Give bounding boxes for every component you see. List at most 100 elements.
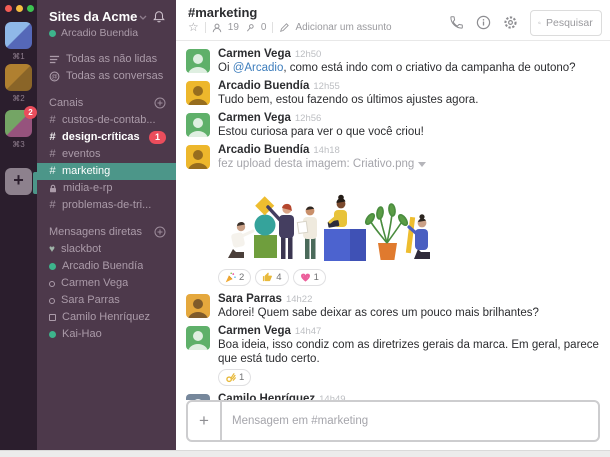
message-author[interactable]: Camilo Henríquez — [218, 393, 315, 400]
uploaded-filename[interactable]: Criativo.png — [353, 158, 414, 170]
sidebar-item-channel-custos[interactable]: #custos-de-contab... — [37, 112, 176, 129]
message-list: Carmen Vega 12h50 Oi @Arcadio, como está … — [176, 41, 610, 400]
sidebar-item-channel-marketing[interactable]: #marketing — [37, 163, 176, 180]
workspace-rail: ⌘1 ⌘2 2 ⌘3 + — [0, 0, 37, 450]
sidebar-item-channel-eventos[interactable]: #eventos — [37, 146, 176, 163]
current-user-name: Arcadio Buendia — [61, 27, 138, 39]
pin-icon — [245, 23, 255, 33]
channel-info-icon[interactable] — [476, 15, 491, 30]
message-timestamp[interactable]: 14h22 — [286, 294, 312, 305]
add-topic-action[interactable]: Adicionar um assunto — [295, 22, 391, 33]
star-channel-icon[interactable]: ☆ — [188, 22, 199, 33]
presence-online-icon — [49, 263, 56, 270]
avatar[interactable] — [186, 145, 210, 169]
message-row: Carmen Vega14h47 Boa ideia, isso condiz … — [176, 322, 610, 390]
message-author[interactable]: Carmen Vega — [218, 325, 291, 337]
call-phone-icon[interactable] — [449, 15, 464, 30]
channel-label: marketing — [62, 165, 110, 178]
member-count[interactable]: 19 — [228, 22, 239, 33]
close-window-button[interactable] — [5, 5, 12, 12]
team-menu[interactable]: Sites da Acme — [37, 0, 176, 24]
message-row: Carmen Vega 12h50 Oi @Arcadio, como está … — [176, 45, 610, 77]
sidebar-item-channel-problemas[interactable]: #problemas-de-tri... — [37, 197, 176, 214]
threads-bubble-icon: @ — [49, 71, 60, 82]
sidebar-item-dm-slackbot[interactable]: ♥slackbot — [37, 241, 176, 258]
settings-gear-icon[interactable] — [503, 15, 518, 30]
sidebar-item-dm-sara[interactable]: Sara Parras — [37, 292, 176, 309]
workspace-shortcut-3: ⌘3 — [0, 140, 37, 149]
avatar[interactable] — [186, 294, 210, 318]
sidebar-item-channel-midia-e-rp[interactable]: midia-e-rp — [37, 180, 176, 197]
message-timestamp[interactable]: 12h56 — [295, 113, 321, 124]
attach-file-button[interactable]: + — [188, 402, 222, 440]
message-timestamp[interactable]: 12h55 — [313, 81, 339, 92]
slack-window: ⌘1 ⌘2 2 ⌘3 + Sites da Acme Arcadio Buend… — [0, 0, 610, 457]
pencil-icon — [279, 23, 289, 33]
sidebar-item-channel-design-criticas[interactable]: #design-críticas 1 — [37, 129, 176, 146]
channel-label: midia-e-rp — [63, 182, 113, 195]
message-author[interactable]: Carmen Vega — [218, 112, 291, 124]
sidebar-item-dm-carmen[interactable]: Carmen Vega — [37, 275, 176, 292]
sidebar-item-dm-arcadio[interactable]: Arcadio Buendía — [37, 258, 176, 275]
criativo-image[interactable] — [218, 177, 436, 265]
channels-header[interactable]: Canais — [49, 97, 83, 109]
pinned-count[interactable]: 0 — [261, 22, 267, 33]
message-author[interactable]: Arcadio Buendía — [218, 80, 309, 92]
presence-online-icon — [49, 30, 56, 37]
reaction-party-popper[interactable]: 2 — [218, 269, 251, 286]
dms-header[interactable]: Mensagens diretas — [49, 226, 142, 238]
all-unreads-label: Todas as não lidas — [66, 53, 157, 66]
avatar[interactable] — [186, 81, 210, 105]
presence-online-icon — [49, 331, 56, 338]
minimize-window-button[interactable] — [16, 5, 23, 12]
reaction-thumbs-up[interactable]: 4 — [255, 269, 288, 286]
message-author[interactable]: Arcadio Buendía — [218, 144, 309, 156]
svg-text:@: @ — [51, 74, 58, 81]
message-timestamp[interactable]: 14h47 — [295, 326, 321, 337]
message-text: Tudo bem, estou fazendo os últimos ajust… — [218, 93, 600, 107]
reaction-ok-hand[interactable]: 1 — [218, 369, 251, 386]
reaction-count: 1 — [314, 272, 319, 283]
search-input[interactable] — [546, 17, 594, 29]
notifications-bell-icon[interactable] — [152, 10, 166, 24]
add-dm-icon[interactable] — [154, 226, 166, 238]
presence-square-icon — [49, 314, 56, 321]
add-workspace-button[interactable]: + — [5, 168, 32, 195]
sidebar-item-dm-kai-hao[interactable]: Kai-Hao — [37, 326, 176, 343]
message-author[interactable]: Carmen Vega — [218, 48, 291, 60]
party-popper-icon — [225, 272, 236, 283]
avatar[interactable] — [186, 49, 210, 73]
zoom-window-button[interactable] — [27, 5, 34, 12]
sidebar: Sites da Acme Arcadio Buendia Todas as n… — [37, 0, 176, 450]
reaction-sparkling-heart[interactable]: 1 — [293, 269, 326, 286]
sidebar-item-all-threads[interactable]: @ Todas as conversas — [37, 68, 176, 85]
sparkling-heart-icon — [300, 272, 311, 283]
search-box[interactable] — [530, 10, 602, 36]
message-text: Oi @Arcadio, como está indo com o criati… — [218, 61, 600, 75]
user-mention[interactable]: @Arcadio — [233, 62, 284, 74]
expand-file-icon[interactable] — [418, 162, 426, 167]
workspace-unread-badge: 2 — [24, 106, 37, 119]
message-timestamp[interactable]: 12h50 — [295, 49, 321, 60]
current-user[interactable]: Arcadio Buendia — [37, 24, 176, 39]
reaction-count: 1 — [239, 372, 244, 383]
main-panel: #marketing ☆ 19 0 Adicionar um assunto — [176, 0, 610, 450]
channel-label: design-críticas — [62, 131, 140, 144]
message-timestamp[interactable]: 14h18 — [313, 145, 339, 156]
reaction-count: 2 — [239, 272, 244, 283]
window-bottom-edge — [0, 450, 610, 457]
avatar[interactable] — [186, 113, 210, 137]
sidebar-item-all-unreads[interactable]: Todas as não lidas — [37, 51, 176, 68]
channel-label: eventos — [62, 148, 101, 161]
lock-icon — [49, 184, 57, 193]
workspace-icon-2[interactable] — [5, 64, 32, 91]
sidebar-item-dm-camilo[interactable]: Camilo Henríquez — [37, 309, 176, 326]
ok-hand-icon — [225, 372, 236, 383]
message-input[interactable] — [222, 402, 598, 440]
workspace-shortcut-2: ⌘2 — [0, 94, 37, 103]
avatar[interactable] — [186, 326, 210, 350]
channel-title[interactable]: #marketing — [188, 5, 392, 20]
add-channel-icon[interactable] — [154, 97, 166, 109]
message-author[interactable]: Sara Parras — [218, 293, 282, 305]
workspace-icon-1[interactable] — [5, 22, 32, 49]
